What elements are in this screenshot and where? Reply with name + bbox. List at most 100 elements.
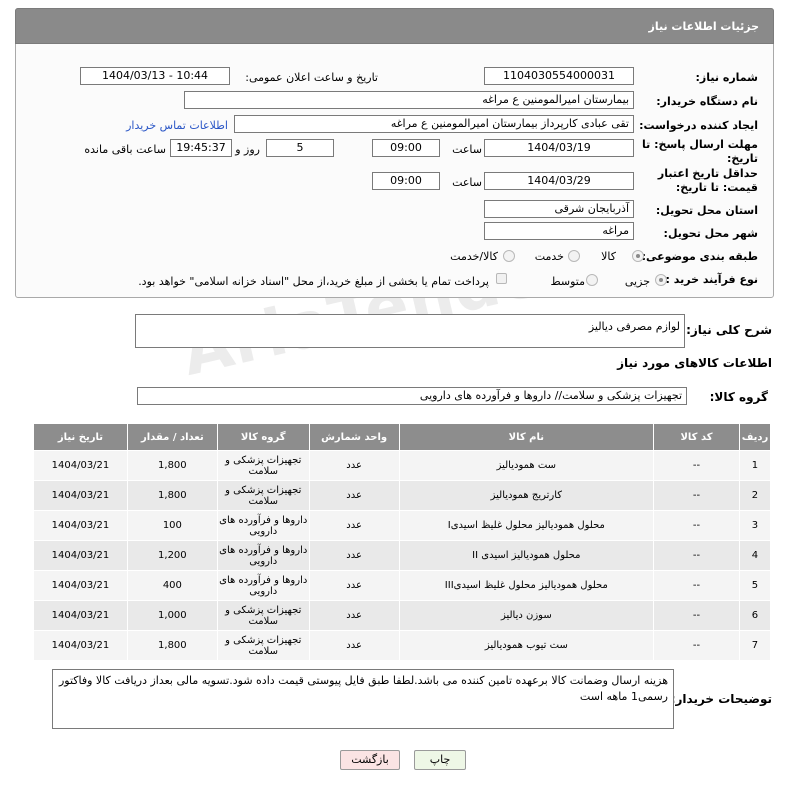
col-unit: واحد شمارش (308, 423, 400, 451)
cell-date: 1404/03/21 (33, 570, 128, 601)
cell-name: کارتریج همودیالیز (398, 480, 655, 511)
process-medium-radio[interactable] (586, 274, 598, 286)
col-goods-group: گروه کالا (216, 423, 310, 451)
table-row[interactable]: 1404/03/21 1,200 داروها و فرآورده های دا… (33, 540, 772, 571)
cell-date: 1404/03/21 (33, 630, 128, 661)
category-service-label: خدمت (534, 250, 564, 263)
print-button[interactable]: چاپ (414, 750, 466, 770)
cell-name: سوزن دیالیز (398, 600, 655, 631)
need-number-label: شماره نیاز: (695, 71, 758, 84)
cell-unit: عدد (308, 480, 400, 511)
cell-row: 6 (738, 600, 772, 631)
city-field[interactable]: مراغه (484, 222, 634, 240)
category-goods-service-radio[interactable] (503, 250, 515, 262)
cell-code: -- (653, 510, 740, 541)
table-row[interactable]: 1404/03/21 1,800 تجهیزات پزشکی و سلامت ع… (33, 630, 772, 661)
cell-unit: عدد (308, 600, 400, 631)
cell-quantity: 1,000 (126, 600, 218, 631)
deadline-time-field[interactable]: 09:00 (372, 139, 440, 157)
goods-info-title: اطلاعات کالاهای مورد نیاز (617, 356, 772, 370)
cell-group: داروها و فرآورده های دارویی (216, 510, 310, 541)
goods-group-field[interactable]: تجهیزات پزشکی و سلامت// داروها و فرآورده… (137, 387, 687, 405)
table-row[interactable]: 1404/03/21 1,800 تجهیزات پزشکی و سلامت ع… (33, 480, 772, 511)
category-goods-label: کالا (601, 250, 616, 263)
panel-header: جزئیات اطلاعات نیاز (15, 8, 774, 44)
table-row[interactable]: 1404/03/21 1,800 تجهیزات پزشکی و سلامت ع… (33, 450, 772, 481)
cell-unit: عدد (308, 540, 400, 571)
cell-quantity: 100 (126, 510, 218, 541)
validity-date-field[interactable]: 1404/03/29 (484, 172, 634, 190)
cell-group: داروها و فرآورده های دارویی (216, 570, 310, 601)
province-field[interactable]: آذربایجان شرقی (484, 200, 634, 218)
category-goods-radio[interactable] (632, 250, 644, 262)
remaining-label: ساعت باقی مانده (84, 143, 166, 156)
cell-name: ست همودیالیز (398, 450, 655, 481)
cell-group: تجهیزات پزشکی و سلامت (216, 480, 310, 511)
table-header-row: تاریخ نیاز تعداد / مقدار گروه کالا واحد … (33, 423, 772, 451)
table-row[interactable]: 1404/03/21 100 داروها و فرآورده های دارو… (33, 510, 772, 541)
deadline-date-field[interactable]: 1404/03/19 (484, 139, 634, 157)
cell-date: 1404/03/21 (33, 600, 128, 631)
category-goods-service-label: کالا/خدمت (450, 250, 498, 263)
validity-label: حداقل تاریخ اعتبار قیمت: تا تاریخ: (657, 167, 758, 194)
creator-label: ایجاد کننده درخواست: (639, 119, 758, 132)
cell-name: محلول همودیالیز اسیدی II (398, 540, 655, 571)
cell-unit: عدد (308, 630, 400, 661)
cell-quantity: 1,200 (126, 540, 218, 571)
col-row-number: ردیف (738, 423, 772, 451)
summary-field[interactable]: لوازم مصرفی دیالیز (135, 314, 685, 348)
cell-quantity: 1,800 (126, 450, 218, 481)
category-service-radio[interactable] (568, 250, 580, 262)
cell-unit: عدد (308, 510, 400, 541)
buyer-notes-label: توضیحات خریدار: (670, 692, 772, 706)
cell-unit: عدد (308, 570, 400, 601)
table-row[interactable]: 1404/03/21 400 داروها و فرآورده های دارو… (33, 570, 772, 601)
province-label: استان محل تحویل: (655, 204, 758, 217)
table-row[interactable]: 1404/03/21 1,000 تجهیزات پزشکی و سلامت ع… (33, 600, 772, 631)
cell-group: تجهیزات پزشکی و سلامت (216, 630, 310, 661)
items-table: تاریخ نیاز تعداد / مقدار گروه کالا واحد … (33, 423, 772, 661)
cell-name: محلول همودیالیز محلول غلیظ اسیدیI (398, 510, 655, 541)
need-number-field[interactable]: 1104030554000031 (484, 67, 634, 85)
cell-date: 1404/03/21 (33, 540, 128, 571)
cell-code: -- (653, 480, 740, 511)
col-goods-code: کد کالا (653, 423, 740, 451)
announce-field[interactable]: 1404/03/13 - 10:44 (80, 67, 230, 85)
category-label: طبقه بندی موضوعی: (641, 250, 758, 263)
col-quantity: تعداد / مقدار (126, 423, 218, 451)
cell-quantity: 1,800 (126, 630, 218, 661)
cell-date: 1404/03/21 (33, 510, 128, 541)
process-medium-label: متوسط (550, 275, 585, 288)
cell-code: -- (653, 450, 740, 481)
process-small-label: جزیی (624, 275, 650, 288)
summary-label: شرح کلی نیاز: (686, 323, 772, 337)
page-title: جزئیات اطلاعات نیاز (648, 20, 760, 33)
buyer-label: نام دستگاه خریدار: (656, 95, 758, 108)
cell-unit: عدد (308, 450, 400, 481)
days-field[interactable]: 5 (266, 139, 334, 157)
treasury-checkbox[interactable] (496, 273, 507, 284)
creator-field[interactable]: تقی عبادی کارپرداز بیمارستان امیرالمومنی… (234, 115, 634, 133)
buyer-notes-field[interactable]: هزینه ارسال وضمانت کالا برعهده تامین کنن… (52, 669, 674, 729)
cell-date: 1404/03/21 (33, 480, 128, 511)
cell-quantity: 400 (126, 570, 218, 601)
back-button[interactable]: بازگشت (340, 750, 400, 770)
cell-code: -- (653, 570, 740, 601)
cell-code: -- (653, 630, 740, 661)
validity-time-field[interactable]: 09:00 (372, 172, 440, 190)
treasury-note: پرداخت تمام یا بخشی از مبلغ خرید،از محل … (138, 275, 489, 288)
remaining-time-field[interactable]: 19:45:37 (170, 139, 232, 157)
process-label: نوع فرآیند خرید : (665, 273, 758, 286)
days-label: روز و (235, 143, 260, 156)
process-small-radio[interactable] (655, 274, 667, 286)
cell-row: 2 (738, 480, 772, 511)
city-label: شهر محل تحویل: (663, 227, 758, 240)
cell-code: -- (653, 600, 740, 631)
announce-label: تاریخ و ساعت اعلان عمومی: (245, 71, 378, 84)
cell-date: 1404/03/21 (33, 450, 128, 481)
cell-name: ست تیوب همودیالیز (398, 630, 655, 661)
contact-buyer-link[interactable]: اطلاعات تماس خریدار (126, 119, 228, 132)
cell-row: 1 (738, 450, 772, 481)
cell-quantity: 1,800 (126, 480, 218, 511)
buyer-field[interactable]: بیمارستان امیرالمومنین ع مراغه (184, 91, 634, 109)
